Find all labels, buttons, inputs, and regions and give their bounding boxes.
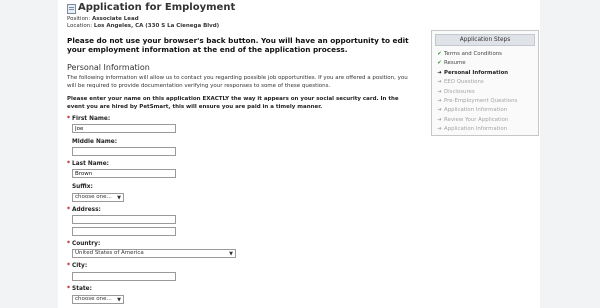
name-instructions: Please enter your name on this applicati…: [67, 96, 399, 110]
step-item: ➜ Disclosures: [437, 88, 475, 95]
middle-name-label: Middle Name:: [72, 139, 118, 145]
position-label: Position:: [67, 16, 91, 22]
checkmark-icon: ✔: [437, 60, 442, 67]
step-item: ➜ Personal Information: [437, 70, 508, 76]
section-intro: The following information will allow us …: [67, 75, 408, 89]
required-marker: *: [67, 161, 71, 167]
step-label: Pre-Employment Questions: [444, 98, 518, 104]
address-line1-input[interactable]: [72, 215, 176, 224]
chevron-down-icon: ▼: [229, 251, 233, 257]
position-value: Associate Lead: [92, 16, 139, 22]
page-left-margin: [0, 0, 58, 308]
step-label: EEO Questions: [444, 79, 484, 86]
state-selected-value: choose one...: [75, 296, 112, 302]
arrow-right-icon: ➜: [437, 98, 442, 104]
section-title: Personal Information: [67, 63, 150, 72]
step-label: Review Your Application: [444, 116, 509, 123]
arrow-right-icon: ➜: [437, 116, 442, 123]
arrow-right-icon: ➜: [437, 88, 442, 95]
country-selected-value: United States of America: [75, 250, 144, 256]
location-line: Location: Los Angeles, CA (330 S La Cien…: [67, 23, 219, 29]
required-marker: *: [67, 116, 71, 122]
step-label: Disclosures: [444, 88, 475, 95]
suffix-selected-value: choose one...: [75, 194, 112, 200]
position-line: Position: Associate Lead: [67, 16, 139, 22]
first-name-label: * First Name:: [67, 116, 111, 122]
chevron-down-icon: ▼: [117, 297, 121, 303]
step-item: ➜ Application Information: [437, 107, 507, 113]
arrow-right-icon: ➜: [437, 69, 442, 76]
page-right-margin: [540, 0, 600, 308]
chevron-down-icon: ▼: [117, 195, 121, 201]
address-line2-input[interactable]: [72, 227, 176, 236]
application-steps-title: Application Steps: [435, 34, 535, 46]
step-label: Application Information: [444, 107, 508, 114]
application-page: Application for Employment Position: Ass…: [58, 0, 540, 308]
step-item: ✔ Resume: [437, 60, 466, 67]
arrow-right-icon: ➜: [437, 126, 442, 133]
step-item: ➜ Application Information: [437, 126, 507, 132]
state-select[interactable]: choose one... ▼: [72, 295, 124, 304]
state-label: * State:: [67, 286, 92, 292]
location-label: Location:: [67, 23, 93, 29]
step-item: ➜ Review Your Application: [437, 117, 508, 123]
required-marker: *: [67, 263, 71, 269]
step-item: ➜ Pre-Employment Questions: [437, 98, 517, 104]
step-label: Personal Information: [444, 69, 509, 76]
country-label: * Country:: [67, 241, 101, 247]
checkmark-icon: ✔: [437, 51, 442, 57]
required-marker: *: [67, 286, 71, 292]
step-label: Application Information: [444, 126, 508, 133]
back-button-warning: Please do not use your browser's back bu…: [67, 36, 409, 54]
middle-name-input[interactable]: [72, 147, 176, 156]
location-value: Los Angeles, CA (330 S La Cienega Blvd): [93, 23, 220, 29]
city-label: * City:: [67, 263, 88, 269]
required-marker: *: [67, 241, 71, 247]
required-marker: *: [67, 207, 71, 213]
step-label: Resume: [444, 60, 466, 67]
first-name-input[interactable]: [72, 124, 176, 133]
last-name-input[interactable]: [72, 169, 176, 178]
step-label: Terms and Conditions: [444, 51, 502, 57]
arrow-right-icon: ➜: [437, 79, 442, 86]
city-input[interactable]: [72, 272, 176, 281]
document-icon: [67, 4, 76, 14]
address-label: * Address:: [67, 207, 101, 213]
application-steps-panel: Application Steps ✔ Terms and Conditions ✔…: [431, 30, 539, 136]
step-item: ➜ EEO Questions: [437, 79, 484, 86]
last-name-label: * Last Name:: [67, 161, 109, 167]
arrow-right-icon: ➜: [437, 107, 442, 114]
step-item: ✔ Terms and Conditions: [437, 51, 502, 57]
country-select[interactable]: United States of America ▼: [72, 249, 236, 258]
page-title: Application for Employment: [78, 2, 236, 13]
suffix-label: Suffix:: [72, 184, 93, 190]
suffix-select[interactable]: choose one... ▼: [72, 193, 124, 202]
